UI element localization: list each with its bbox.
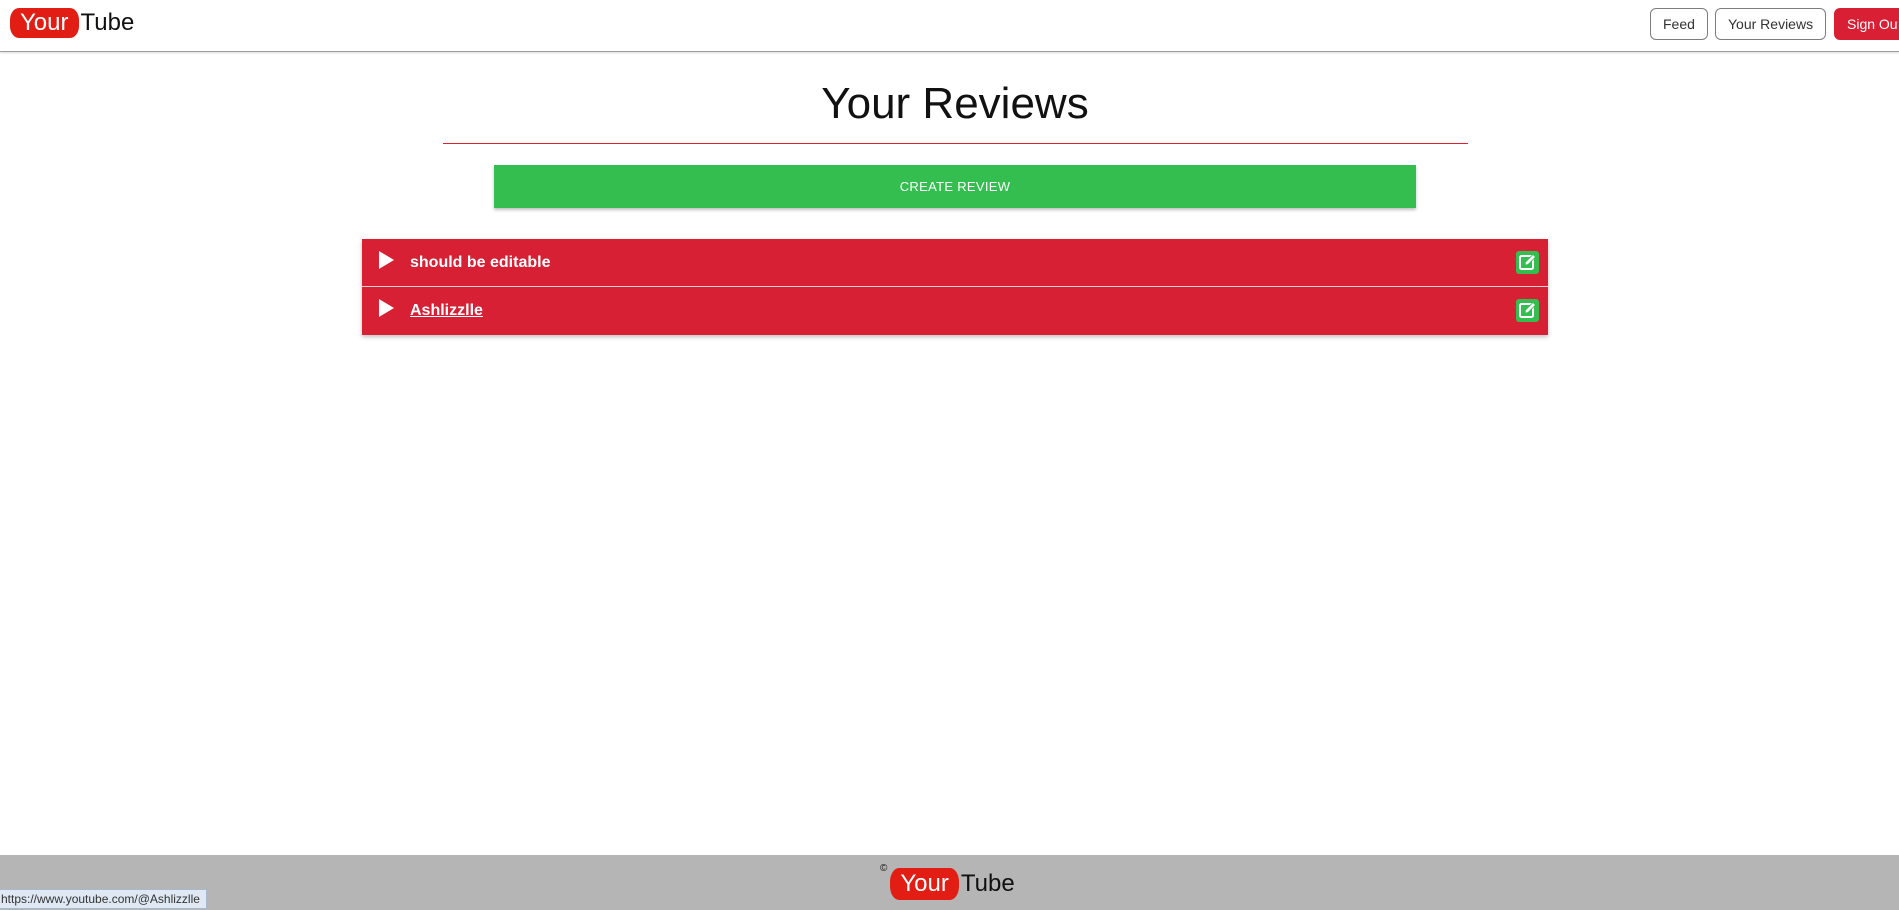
sign-out-button[interactable]: Sign Out	[1834, 8, 1899, 40]
footer-logo: © Your Tube	[880, 863, 1015, 900]
footer: © Your Tube	[0, 855, 1899, 910]
footer-logo-your: Your	[890, 868, 959, 900]
status-bar-url: https://www.youtube.com/@Ashlizzlle	[0, 889, 207, 909]
play-icon[interactable]	[379, 251, 394, 269]
review-title: should be editable	[410, 254, 551, 271]
edit-icon[interactable]	[1516, 251, 1539, 274]
page-title: Your Reviews	[821, 79, 1089, 128]
brand-logo-tube: Tube	[80, 9, 135, 36]
footer-logo-tube: Tube	[960, 870, 1015, 897]
review-item[interactable]: Ashlizzlle	[362, 287, 1548, 335]
copyright-symbol: ©	[880, 863, 888, 874]
top-navbar: Your Tube Feed Your Reviews Sign Out	[0, 0, 1899, 52]
review-title-link[interactable]: Ashlizzlle	[410, 301, 483, 321]
edit-icon[interactable]	[1516, 299, 1539, 322]
brand-logo-your: Your	[10, 8, 79, 38]
review-list: should be editable Ashlizzlle	[362, 239, 1548, 335]
brand-logo[interactable]: Your Tube	[10, 8, 134, 38]
play-icon[interactable]	[379, 299, 394, 317]
title-divider	[443, 143, 1468, 144]
feed-button[interactable]: Feed	[1650, 8, 1708, 40]
create-review-button[interactable]: CREATE REVIEW	[494, 165, 1416, 208]
review-item[interactable]: should be editable	[362, 239, 1548, 287]
your-reviews-button[interactable]: Your Reviews	[1715, 8, 1827, 40]
